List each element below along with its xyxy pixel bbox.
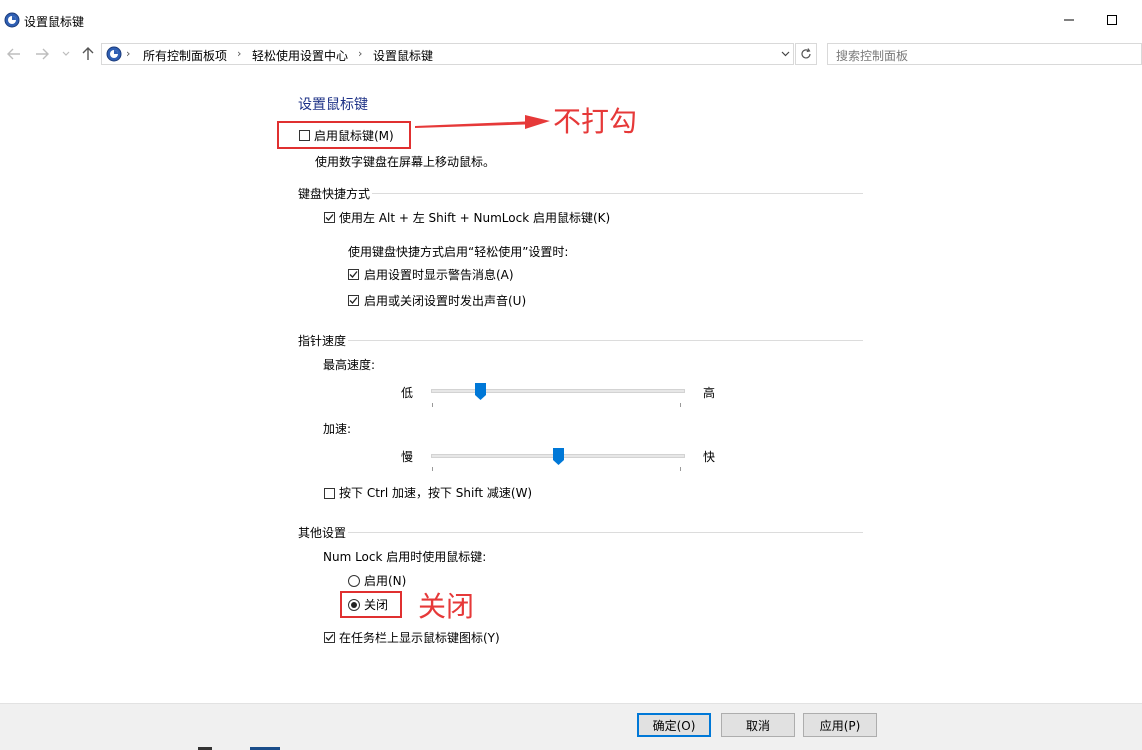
slider-tick [432,467,433,471]
top-speed-slider-track[interactable] [431,389,685,393]
recent-locations-chevron-icon[interactable] [58,44,74,64]
sound-checkbox[interactable] [348,295,359,306]
warning-checkbox[interactable] [348,269,359,280]
control-panel-icon [4,12,20,28]
breadcrumb-separator-icon: › [126,47,131,60]
shortcut-label[interactable]: 使用左 Alt + 左 Shift + NumLock 启用鼠标键(K) [339,209,610,226]
other-settings-heading: 其他设置 [298,526,347,540]
window-title: 设置鼠标键 [24,15,85,29]
check-icon [325,214,334,221]
shortcut-checkbox[interactable] [324,212,335,223]
forward-arrow-icon[interactable] [32,44,52,64]
check-icon [325,634,334,641]
acceleration-slider-thumb[interactable] [552,448,564,465]
keyboard-shortcut-heading: 键盘快捷方式 [298,187,371,201]
enable-description: 使用数字键盘在屏幕上移动鼠标。 [315,155,496,169]
radio-off-label[interactable]: 关闭 [364,596,388,613]
maximize-icon[interactable] [1100,8,1124,32]
cancel-button[interactable]: 取消 [721,713,795,737]
address-bar[interactable]: › 所有控制面板项 › 轻松使用设置中心 › 设置鼠标键 [101,43,794,65]
refresh-icon[interactable] [795,43,817,65]
section-divider [348,532,863,533]
taskbar-icon-checkbox[interactable] [324,632,335,643]
top-speed-label: 最高速度: [323,358,376,372]
search-input[interactable]: 搜索控制面板 [827,43,1142,65]
breadcrumb-ease-of-access[interactable]: 轻松使用设置中心 [252,47,348,64]
breadcrumb-separator-icon: › [358,47,363,60]
acceleration-label: 加速: [323,422,352,436]
annotation-close: 关闭 [418,590,475,623]
ok-button[interactable]: 确定(O) [637,713,711,737]
radio-on-label[interactable]: 启用(N) [364,572,406,589]
enable-mousekeys-label[interactable]: 启用鼠标键(M) [314,127,394,144]
control-panel-icon [106,46,122,62]
footer-bar [0,703,1142,750]
breadcrumb-all-control-panel-items[interactable]: 所有控制面板项 [143,47,227,64]
top-speed-high-label: 高 [703,386,716,400]
check-icon [349,271,358,278]
up-arrow-icon[interactable] [78,44,98,64]
warning-label[interactable]: 启用设置时显示警告消息(A) [364,266,514,283]
section-divider [348,340,863,341]
slider-tick [680,467,681,471]
section-divider [372,193,863,194]
radio-off[interactable] [348,599,360,611]
page-title: 设置鼠标键 [298,97,368,113]
annotation-no-check: 不打勾 [553,105,638,138]
minimize-icon[interactable] [1057,8,1081,32]
slider-tick [680,403,681,407]
acceleration-slow-label: 慢 [401,450,414,464]
enable-mousekeys-checkbox[interactable] [299,130,310,141]
annotation-arrow-icon [415,115,550,129]
numlock-label: Num Lock 启用时使用鼠标键: [323,550,487,564]
apply-button[interactable]: 应用(P) [803,713,877,737]
check-icon [349,297,358,304]
breadcrumb-mousekeys[interactable]: 设置鼠标键 [373,47,433,64]
taskbar-icon-label[interactable]: 在任务栏上显示鼠标键图标(Y) [339,629,500,646]
acceleration-fast-label: 快 [703,450,716,464]
back-arrow-icon[interactable] [4,44,24,64]
ctrl-shift-label[interactable]: 按下 Ctrl 加速，按下 Shift 减速(W) [339,484,532,501]
radio-on[interactable] [348,575,360,587]
top-speed-slider-thumb[interactable] [474,383,486,400]
shortcut-sub-heading: 使用键盘快捷方式启用“轻松使用”设置时: [348,245,569,259]
address-dropdown-chevron-icon[interactable] [777,45,793,63]
sound-label[interactable]: 启用或关闭设置时发出声音(U) [364,292,526,309]
slider-tick [432,403,433,407]
top-speed-low-label: 低 [401,386,414,400]
breadcrumb-separator-icon: › [237,47,242,60]
ctrl-shift-checkbox[interactable] [324,488,335,499]
title-bar [0,0,1142,40]
pointer-speed-heading: 指针速度 [298,334,347,348]
